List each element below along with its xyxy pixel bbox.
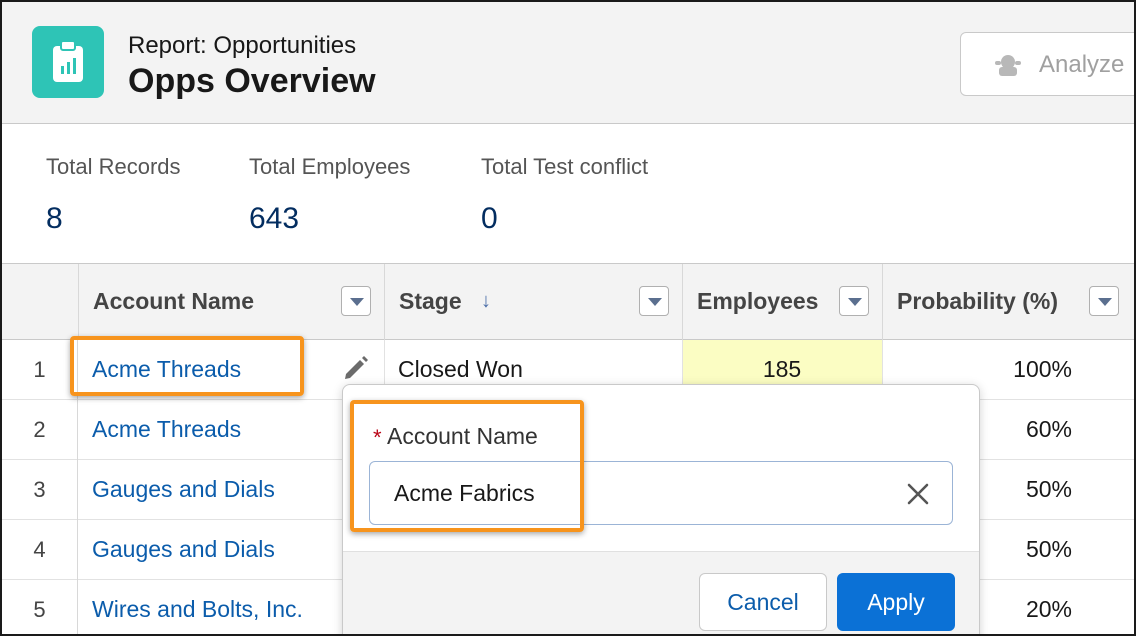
apply-button[interactable]: Apply	[837, 573, 955, 631]
column-header-label: Employees	[697, 288, 819, 314]
analyze-button[interactable]: Analyze	[960, 32, 1134, 96]
row-number: 3	[2, 460, 78, 520]
column-header-employees[interactable]: Employees	[682, 264, 882, 340]
summary-total-employees: Total Employees 643	[249, 154, 410, 236]
column-header-label: Account Name	[93, 288, 255, 314]
report-window: Report: Opportunities Opps Overview Anal…	[0, 0, 1136, 636]
summary-label: Total Test conflict	[481, 154, 649, 179]
edit-field-highlight	[350, 400, 584, 532]
clear-icon[interactable]	[906, 482, 930, 511]
table-header: Account Name Stage ↓ Employees Probabili…	[2, 264, 1134, 340]
column-menu-chevron-icon[interactable]	[1089, 286, 1119, 316]
report-summary: Total Records 8 Total Employees 643 Tota…	[2, 124, 1134, 264]
summary-label: Total Employees	[249, 154, 411, 179]
analyze-button-label: Analyze	[1039, 51, 1125, 78]
account-name-link[interactable]: Gauges and Dials	[92, 460, 275, 518]
column-header-account-name[interactable]: Account Name	[78, 264, 384, 340]
column-header-probability[interactable]: Probability (%)	[882, 264, 1134, 340]
summary-total-test-conflict: Total Test conflict 0	[481, 154, 648, 236]
report-type-label: Report: Opportunities	[128, 32, 357, 59]
column-menu-chevron-icon[interactable]	[639, 286, 669, 316]
row-number: 1	[2, 340, 78, 400]
row-number: 4	[2, 520, 78, 580]
row-number: 2	[2, 400, 78, 460]
summary-value: 643	[249, 202, 300, 235]
page-title: Opps Overview	[128, 62, 376, 100]
cancel-button[interactable]: Cancel	[699, 573, 827, 631]
edited-cell-highlight	[70, 336, 304, 396]
einstein-icon	[993, 53, 1023, 84]
summary-label: Total Records	[46, 154, 181, 179]
column-header-label: Stage	[399, 288, 462, 314]
summary-total-records: Total Records 8	[46, 154, 181, 236]
column-menu-chevron-icon[interactable]	[839, 286, 869, 316]
column-header-label: Probability (%)	[897, 288, 1059, 314]
pencil-icon[interactable]	[342, 354, 370, 387]
summary-value: 0	[481, 202, 498, 235]
report-app-icon	[32, 26, 104, 98]
sort-descending-icon: ↓	[481, 290, 491, 312]
report-header: Report: Opportunities Opps Overview Anal…	[2, 2, 1134, 124]
account-name-link[interactable]: Wires and Bolts, Inc.	[92, 580, 303, 634]
column-header-stage[interactable]: Stage ↓	[384, 264, 682, 340]
column-menu-chevron-icon[interactable]	[341, 286, 371, 316]
summary-value: 8	[46, 202, 63, 235]
account-name-link[interactable]: Gauges and Dials	[92, 520, 275, 578]
account-name-link[interactable]: Acme Threads	[92, 400, 241, 458]
row-number: 5	[2, 580, 78, 634]
